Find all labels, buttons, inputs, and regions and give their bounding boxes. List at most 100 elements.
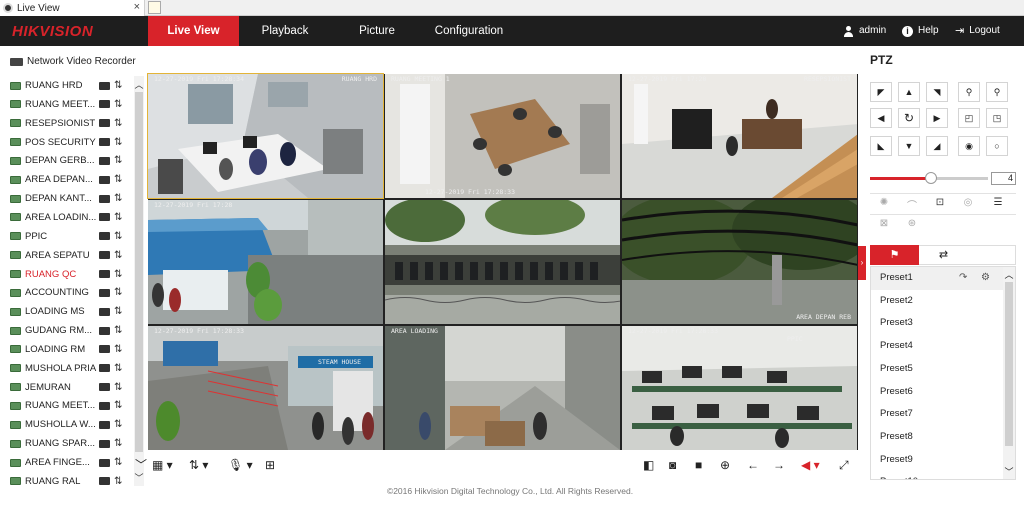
record-icon[interactable] — [99, 194, 110, 203]
light-icon[interactable]: ✺ — [874, 197, 894, 211]
speed-slider-track[interactable] — [934, 177, 988, 180]
record-icon[interactable] — [99, 251, 110, 260]
record-icon[interactable] — [99, 345, 110, 354]
ptz-control-icon[interactable]: ⇅ — [114, 344, 125, 355]
tab-pattern[interactable] — [968, 245, 1017, 265]
nav-playback[interactable]: Playback — [245, 16, 325, 46]
manual-track-icon[interactable]: ⊠ — [874, 218, 894, 232]
scroll-down-icon[interactable]: ﹀ — [1003, 465, 1015, 478]
preset-list-scrollbar[interactable]: ︿ ﹀ — [1003, 267, 1015, 479]
record-icon[interactable] — [99, 401, 110, 410]
camera-list-scrollbar[interactable]: ︿ ﹀ — [134, 76, 144, 486]
ptz-up-right-button[interactable]: ◥ — [926, 82, 948, 102]
help-link[interactable]: i Help — [902, 16, 939, 46]
scroll-thumb[interactable] — [135, 92, 143, 452]
3d-zoom-icon[interactable]: ⊡ — [930, 197, 950, 211]
camera-item[interactable]: MUSHOLLA W... ⇅ — [10, 415, 133, 434]
list-scroll-down-icon[interactable]: ﹀ — [135, 459, 147, 472]
ptz-down-right-button[interactable]: ◢ — [926, 136, 948, 156]
nav-picture[interactable]: Picture — [338, 16, 416, 46]
scroll-up-icon[interactable]: ︿ — [134, 78, 144, 91]
preset-item[interactable]: Preset10 — [871, 471, 1003, 479]
ptz-control-icon[interactable]: ⇅ — [114, 99, 125, 110]
camera-item[interactable]: LOADING RM ⇅ — [10, 340, 133, 359]
camera-item[interactable]: RUANG RAL ⇅ — [10, 472, 133, 486]
record-icon[interactable] — [99, 326, 110, 335]
camera-item[interactable]: RUANG QC ⇅ — [10, 265, 133, 284]
camera-item[interactable]: AREA SEPATU ⇅ — [10, 246, 133, 265]
camera-item[interactable]: RUANG HRD ⇅ — [10, 76, 133, 95]
video-tile-resepsionist[interactable]: 12-27-2019 Fri 17:28 RESEPSIONIST — [622, 74, 857, 198]
camera-item[interactable]: ACCOUNTING ⇅ — [10, 283, 133, 302]
window-layout-button[interactable]: ▦ ▾ — [152, 459, 173, 472]
logout-link[interactable]: ⇥ Logout — [955, 16, 1000, 46]
ptz-down-left-button[interactable]: ◣ — [870, 136, 892, 156]
ptz-control-icon[interactable]: ⇅ — [114, 212, 125, 223]
new-tab-button[interactable] — [148, 1, 161, 14]
ptz-control-icon[interactable]: ⇅ — [114, 250, 125, 261]
camera-item[interactable]: LOADING MS ⇅ — [10, 302, 133, 321]
camera-item[interactable]: MUSHOLA PRIA ⇅ — [10, 359, 133, 378]
camera-item[interactable]: AREA FINGE... ⇅ — [10, 453, 133, 472]
scroll-thumb[interactable] — [1005, 282, 1013, 446]
ptz-control-icon[interactable]: ⇅ — [114, 137, 125, 148]
preset-item[interactable]: Preset9 — [871, 449, 1003, 472]
preset-item[interactable]: Preset1 ↷ ⚙ — [871, 267, 1003, 290]
record-icon[interactable] — [99, 138, 110, 147]
device-title[interactable]: Network Video Recorder — [10, 56, 136, 67]
capture-icon[interactable]: ◙ — [669, 459, 676, 472]
preset-item[interactable]: Preset4 — [871, 335, 1003, 358]
camera-item[interactable]: DEPAN KANT... ⇅ — [10, 189, 133, 208]
record-icon[interactable]: ■ — [695, 459, 702, 472]
ptz-control-icon[interactable]: ⇅ — [114, 363, 125, 374]
ptz-control-icon[interactable]: ⇅ — [114, 193, 125, 204]
ptz-control-icon[interactable]: ⇅ — [114, 269, 125, 280]
camera-item[interactable]: JEMURAN ⇅ — [10, 378, 133, 397]
nav-configuration[interactable]: Configuration — [425, 16, 513, 46]
ptz-control-icon[interactable]: ⇅ — [114, 476, 125, 486]
scroll-up-icon[interactable]: ︿ — [1003, 268, 1015, 281]
camera-item[interactable]: RUANG MEET... ⇅ — [10, 95, 133, 114]
ptz-control-icon[interactable]: ⇅ — [114, 287, 125, 298]
ptz-down-button[interactable]: ▼ — [898, 136, 920, 156]
focus-near-icon[interactable]: ◰ — [958, 108, 980, 128]
ptz-control-icon[interactable]: ⇅ — [114, 306, 125, 317]
ptz-control-icon[interactable]: ⇅ — [114, 118, 125, 129]
record-icon[interactable] — [99, 100, 110, 109]
call-preset-icon[interactable]: ↷ — [959, 267, 967, 290]
nav-live-view[interactable]: Live View — [148, 16, 239, 46]
preset-item[interactable]: Preset7 — [871, 403, 1003, 426]
digital-zoom-icon[interactable]: ⊞ — [265, 459, 275, 472]
camera-item[interactable]: AREA LOADIN... ⇅ — [10, 208, 133, 227]
video-tile-ppic[interactable]: 12-27-2019 Fri 17:28:33 PPIC — [622, 326, 857, 450]
ptz-control-icon[interactable]: ⇅ — [114, 174, 125, 185]
camera-item[interactable]: PPIC ⇅ — [10, 227, 133, 246]
zoom-icon[interactable]: ⊕ — [720, 459, 730, 472]
video-tile-ruang-hrd[interactable]: 12-27-2019 Fri 17:28:34 RUANG HRD — [147, 73, 384, 199]
video-tile-area-depan[interactable]: AREA DEPAN REB — [622, 200, 857, 324]
record-icon[interactable] — [99, 175, 110, 184]
tab-patrol[interactable]: ⇄ — [919, 245, 968, 265]
focus-far-icon[interactable]: ◳ — [986, 108, 1008, 128]
ptz-right-button[interactable]: ▶ — [926, 108, 948, 128]
video-tile-ruang-meeting[interactable]: RUANG MEETING 1 12-27-2019 Fri 17:28:33 — [385, 74, 620, 198]
fullscreen-icon[interactable]: ⤢ — [839, 459, 849, 472]
preset-item[interactable]: Preset3 — [871, 312, 1003, 335]
iris-close-icon[interactable]: ○ — [986, 136, 1008, 156]
video-tile-pos-security[interactable]: 12-27-2019 Fri 17:28 — [148, 200, 383, 324]
ptz-control-icon[interactable]: ⇅ — [114, 400, 125, 411]
more-settings-icon[interactable]: ☰ — [988, 197, 1008, 211]
preset-item[interactable]: Preset2 — [871, 290, 1003, 313]
ptz-up-left-button[interactable]: ◤ — [870, 82, 892, 102]
camera-item[interactable]: RUANG SPAR... ⇅ — [10, 434, 133, 453]
preset-item[interactable]: Preset6 — [871, 381, 1003, 404]
record-icon[interactable] — [99, 383, 110, 392]
record-icon[interactable] — [99, 213, 110, 222]
record-icon[interactable] — [99, 307, 110, 316]
camera-item[interactable]: RESEPSIONIST ⇅ — [10, 114, 133, 133]
record-icon[interactable] — [99, 270, 110, 278]
ptz-left-button[interactable]: ◀ — [870, 108, 892, 128]
record-icon[interactable] — [99, 458, 110, 467]
lens-init-icon[interactable]: ◎ — [958, 197, 978, 211]
preset-item[interactable]: Preset5 — [871, 358, 1003, 381]
